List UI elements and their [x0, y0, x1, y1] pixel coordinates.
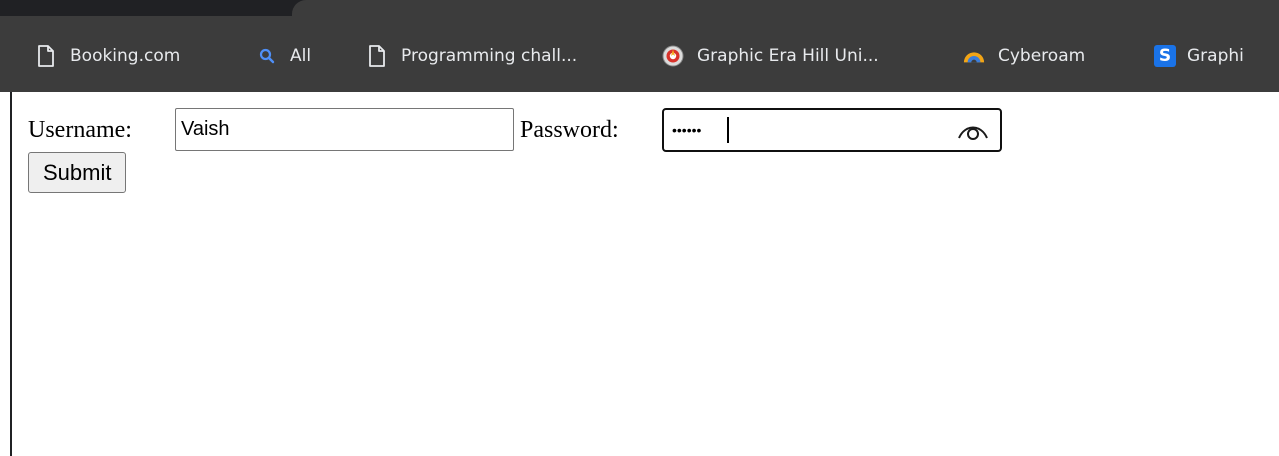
bookmark-booking[interactable]: Booking.com	[35, 38, 180, 74]
bookmark-cyberoam[interactable]: Cyberoam	[963, 38, 1085, 74]
username-label: Username:	[28, 117, 132, 143]
text-caret	[727, 117, 729, 143]
password-input[interactable]: ••••••	[662, 108, 1002, 152]
password-label: Password:	[520, 117, 619, 143]
username-value: Vaish	[181, 118, 230, 140]
page-icon	[366, 45, 388, 67]
bookmark-label: Cyberoam	[998, 46, 1086, 66]
s-logo-icon: S	[1154, 45, 1176, 67]
password-masked-value: ••••••	[672, 122, 702, 138]
bookmark-label: All	[290, 46, 312, 66]
bookmark-label: Graphi	[1187, 46, 1244, 66]
bookmark-label: Programming chall...	[401, 46, 578, 66]
page-icon	[35, 45, 57, 67]
bookmark-all[interactable]: All	[256, 38, 311, 74]
bookmark-graphi[interactable]: S Graphi	[1154, 38, 1244, 74]
reveal-password-eye-icon[interactable]	[956, 118, 990, 144]
cyberoam-logo-icon	[963, 45, 985, 67]
browser-window: Booking.com All Programming chall... Gra…	[0, 0, 1279, 456]
bookmark-programming-challenges[interactable]: Programming chall...	[366, 38, 577, 74]
submit-button[interactable]: Submit	[28, 152, 127, 193]
tab-strip	[0, 0, 1279, 16]
university-logo-icon	[662, 45, 684, 67]
active-tab-edge	[292, 0, 1279, 16]
username-input[interactable]: Vaish	[175, 108, 514, 151]
window-edge	[10, 92, 12, 456]
bookmark-label: Booking.com	[70, 46, 181, 66]
search-icon	[256, 45, 278, 67]
bookmarks-bar: Booking.com All Programming chall... Gra…	[0, 16, 1279, 92]
bookmark-label: Graphic Era Hill Uni...	[697, 46, 879, 66]
bookmark-graphic-era[interactable]: Graphic Era Hill Uni...	[662, 38, 879, 74]
